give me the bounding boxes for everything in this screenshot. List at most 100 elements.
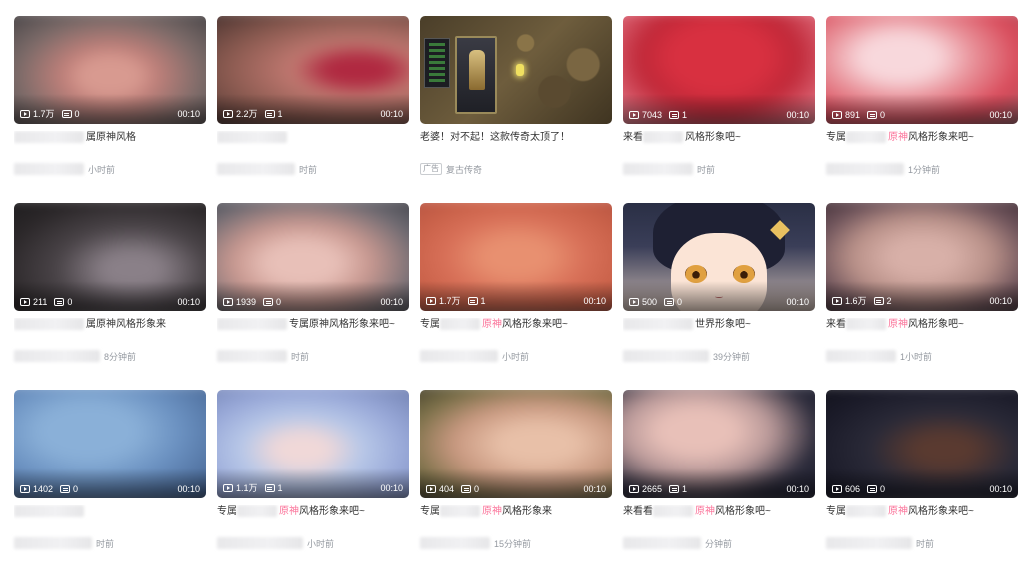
video-title[interactable]: 属原神风格 — [14, 131, 206, 157]
video-title[interactable]: 专属原神风格形象来吧~ — [420, 318, 612, 344]
title-text-end: 风格形象来吧~ — [502, 319, 568, 330]
danmaku-count: 0 — [461, 484, 479, 494]
video-card[interactable]: 1.7万 0 00:10 属原神风格 小时前 — [14, 16, 206, 203]
video-card[interactable]: 404 0 00:10 专属 原神风格形象来 15分钟前 — [420, 390, 612, 577]
redacted-uploader[interactable] — [623, 537, 701, 549]
title-text-end: 属原神风格形象来 — [86, 319, 166, 330]
video-card[interactable]: 老婆！对不起！这款传奇太顶了！ 广告 复古传奇 — [420, 16, 612, 203]
video-title[interactable]: 来看看 原神风格形象吧~ — [623, 505, 815, 531]
play-icon — [426, 296, 436, 305]
video-title[interactable]: 老婆！对不起！这款传奇太顶了！ — [420, 131, 612, 157]
video-meta: 8分钟前 — [14, 349, 206, 363]
video-meta: 时前 — [826, 536, 1018, 550]
redacted-uploader[interactable] — [14, 350, 100, 362]
redacted-uploader[interactable] — [217, 350, 287, 362]
video-card[interactable]: 1.7万 1 00:10 专属 原神风格形象来吧~ 小时前 — [420, 203, 612, 390]
play-count-value: 606 — [845, 484, 861, 494]
video-thumbnail[interactable]: 1.1万 1 00:10 — [217, 390, 409, 498]
danmaku-icon — [54, 298, 65, 306]
redacted-uploader[interactable] — [826, 163, 904, 175]
play-icon — [20, 298, 30, 306]
redacted-text — [846, 131, 886, 144]
video-title[interactable]: 世界形象吧~ — [623, 318, 815, 344]
redacted-uploader[interactable] — [14, 537, 92, 549]
play-icon — [223, 109, 233, 118]
play-count: 1.7万 — [20, 107, 55, 120]
danmaku-icon — [669, 111, 680, 119]
video-card[interactable]: 1.1万 1 00:10 专属 原神风格形象来吧~ 小时前 — [217, 390, 409, 577]
play-count-value: 891 — [845, 110, 861, 120]
danmaku-count: 1 — [669, 110, 687, 120]
redacted-uploader[interactable] — [826, 350, 896, 362]
danmaku-icon — [264, 109, 275, 118]
video-card[interactable]: 2.2万 1 00:10 时前 — [217, 16, 409, 203]
video-card[interactable]: 7043 1 00:10 来看 风格形象吧~ 时前 — [623, 16, 815, 203]
danmaku-count: 0 — [263, 297, 281, 307]
redacted-uploader[interactable] — [623, 350, 709, 362]
video-title[interactable]: 专属原神风格形象来吧~ — [217, 505, 409, 531]
redacted-uploader[interactable] — [420, 350, 498, 362]
redacted-uploader[interactable] — [217, 537, 303, 549]
danmaku-count-value: 0 — [276, 297, 282, 307]
video-thumbnail[interactable]: 500 0 00:10 — [623, 203, 815, 311]
video-thumbnail[interactable]: 1.7万 1 00:10 — [420, 203, 612, 311]
play-count-value: 1939 — [236, 297, 257, 307]
video-title[interactable]: 专属 原神风格形象来 — [420, 505, 612, 531]
video-title[interactable] — [14, 505, 206, 531]
video-thumbnail[interactable]: 1.6万 2 00:10 — [826, 203, 1018, 311]
video-card[interactable]: 1402 0 00:10 时前 — [14, 390, 206, 577]
danmaku-count: 0 — [61, 109, 80, 119]
video-card[interactable]: 1939 0 00:10 专属原神风格形象来吧~ 时前 — [217, 203, 409, 390]
video-duration: 00:10 — [583, 484, 606, 494]
publish-time: 8分钟前 — [104, 351, 137, 362]
video-thumbnail[interactable]: 1402 0 00:10 — [14, 390, 206, 498]
video-stats: 1.1万 1 00:10 — [223, 481, 403, 494]
video-card[interactable]: 891 0 00:10 专属 原神风格形象来吧~ 1分钟前 — [826, 16, 1018, 203]
play-count-value: 1.6万 — [845, 296, 867, 306]
video-card[interactable]: 211 0 00:10 属原神风格形象来 8分钟前 — [14, 203, 206, 390]
video-title[interactable]: 属原神风格形象来 — [14, 318, 206, 344]
video-thumbnail[interactable]: 2665 1 00:10 — [623, 390, 815, 498]
redacted-uploader[interactable] — [14, 163, 84, 175]
publish-time: 时前 — [291, 351, 310, 362]
title-text-end: 风格形象来吧~ — [908, 132, 974, 143]
video-title[interactable] — [217, 131, 409, 157]
redacted-text — [846, 318, 886, 331]
video-thumbnail[interactable]: 2.2万 1 00:10 — [217, 16, 409, 124]
video-thumbnail[interactable]: 404 0 00:10 — [420, 390, 612, 498]
title-text-end: 专属原神风格形象来吧~ — [289, 319, 395, 330]
advertiser-name[interactable]: 复古传奇 — [446, 163, 482, 176]
danmaku-icon — [61, 109, 72, 118]
video-thumbnail[interactable]: 891 0 00:10 — [826, 16, 1018, 124]
redacted-uploader[interactable] — [217, 163, 295, 175]
play-count: 1402 — [20, 484, 53, 494]
video-title[interactable]: 专属原神风格形象来吧~ — [826, 505, 1018, 531]
redacted-uploader[interactable] — [826, 537, 912, 549]
video-thumbnail[interactable]: 606 0 00:10 — [826, 390, 1018, 498]
video-title[interactable]: 专属原神风格形象来吧~ — [217, 318, 409, 344]
video-title[interactable]: 来看 原神风格形象吧~ — [826, 318, 1018, 344]
video-card[interactable]: 606 0 00:10 专属 原神风格形象来吧~ 时前 — [826, 390, 1018, 577]
video-title[interactable]: 专属原神风格形象来吧~ — [826, 131, 1018, 157]
video-thumbnail[interactable] — [420, 16, 612, 124]
video-card[interactable]: 500 0 00:10 世界形象吧~ 39分钟前 — [623, 203, 815, 390]
video-title[interactable]: 来看 风格形象吧~ — [623, 131, 815, 157]
play-count: 1.6万 — [832, 294, 867, 307]
video-thumbnail[interactable]: 1.7万 0 00:10 — [14, 16, 206, 124]
play-count-value: 500 — [642, 297, 658, 307]
video-thumbnail[interactable]: 211 0 00:10 — [14, 203, 206, 311]
video-card[interactable]: 1.6万 2 00:10 来看 原神风格形象吧~ 1小时前 — [826, 203, 1018, 390]
danmaku-count-value: 1 — [480, 295, 486, 306]
video-thumbnail[interactable]: 7043 1 00:10 — [623, 16, 815, 124]
video-thumbnail[interactable]: 1939 0 00:10 — [217, 203, 409, 311]
video-card[interactable]: 2665 1 00:10 来看看 原神风格形象吧~ 分钟前 — [623, 390, 815, 577]
danmaku-icon — [264, 483, 275, 492]
redacted-text — [643, 131, 683, 144]
redacted-uploader[interactable] — [623, 163, 693, 175]
publish-time: 39分钟前 — [713, 351, 751, 362]
danmaku-count: 1 — [264, 109, 283, 119]
redacted-uploader[interactable] — [420, 537, 490, 549]
video-stats: 606 0 00:10 — [832, 484, 1012, 494]
title-highlight: 原神 — [279, 506, 299, 517]
play-count-value: 1.7万 — [439, 296, 461, 306]
